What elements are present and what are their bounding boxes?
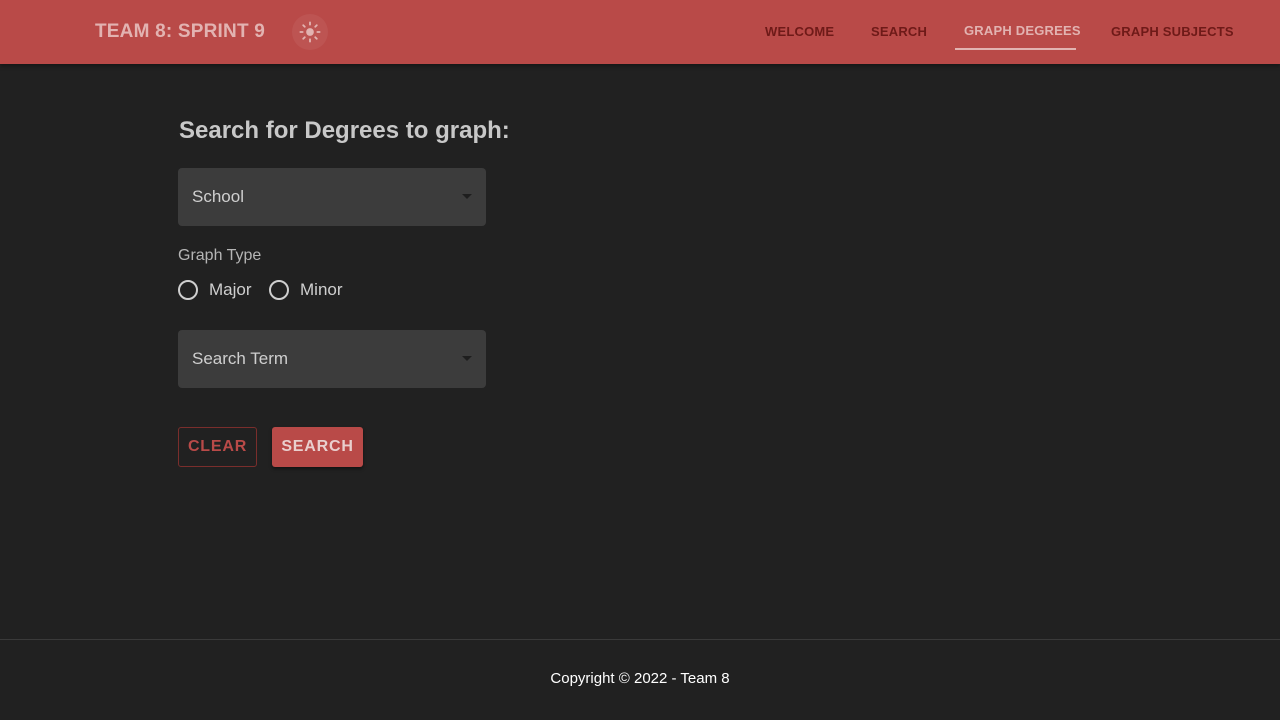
nav-graph-subjects[interactable]: GRAPH SUBJECTS (1111, 0, 1234, 64)
radio-minor[interactable]: Minor (269, 280, 343, 300)
school-select-label: School (192, 187, 244, 206)
radio-major[interactable]: Major (178, 280, 252, 300)
theme-toggle-button[interactable] (292, 14, 328, 50)
nav-welcome[interactable]: WELCOME (765, 0, 834, 64)
radio-major-label: Major (209, 280, 252, 299)
app-title: TEAM 8: SPRINT 9 (95, 21, 265, 42)
nav-active-indicator (955, 48, 1076, 50)
radio-circle-icon (178, 280, 198, 300)
radio-circle-icon (269, 280, 289, 300)
chevron-down-icon (462, 194, 472, 199)
footer: Copyright © 2022 - Team 8 (0, 639, 1280, 720)
sun-icon (299, 21, 321, 43)
search-term-select[interactable]: Search Term (178, 330, 486, 388)
radio-minor-label: Minor (300, 280, 343, 299)
chevron-down-icon (462, 356, 472, 361)
copyright-text: Copyright © 2022 - Team 8 (550, 670, 730, 687)
nav-graph-degrees[interactable]: GRAPH DEGREES (964, 0, 1081, 63)
app-bar: TEAM 8: SPRINT 9 WELCOME SEARCH GRAPH DE… (0, 0, 1280, 64)
nav-search[interactable]: SEARCH (871, 0, 927, 64)
school-select[interactable]: School (178, 168, 486, 226)
form-heading: Search for Degrees to graph: (179, 117, 510, 144)
search-term-select-label: Search Term (192, 349, 289, 368)
graph-type-label: Graph Type (178, 247, 262, 264)
search-button[interactable]: SEARCH (272, 427, 363, 467)
clear-button[interactable]: CLEAR (178, 427, 257, 467)
